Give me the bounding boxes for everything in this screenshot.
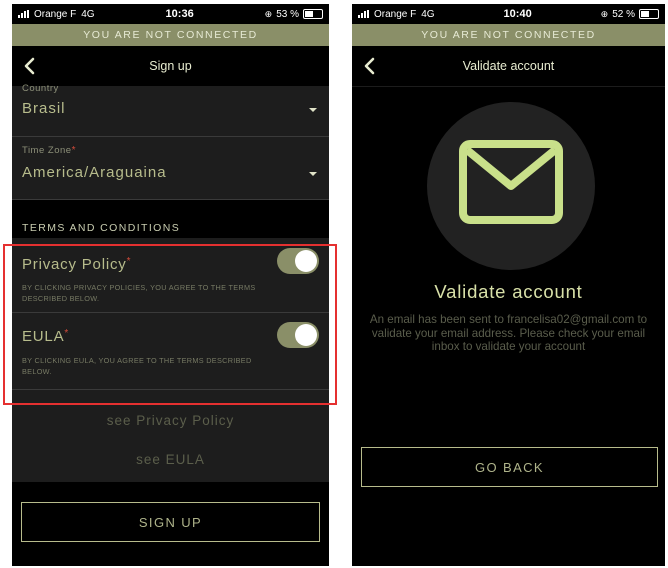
signal-icon xyxy=(358,10,369,18)
see-eula-link[interactable]: see EULA xyxy=(12,452,329,467)
terms-title: TERMS AND CONDITIONS xyxy=(22,222,181,234)
country-select[interactable]: Country Brasil xyxy=(12,83,329,137)
back-button[interactable] xyxy=(18,54,40,78)
connection-banner: YOU ARE NOT CONNECTED xyxy=(12,24,329,46)
page-title: Validate account xyxy=(462,59,555,73)
carrier-name: Orange F xyxy=(374,8,417,20)
country-label: Country xyxy=(22,83,59,94)
nav-bar: Validate account xyxy=(352,46,665,87)
country-value: Brasil xyxy=(22,100,66,117)
status-time: 10:36 xyxy=(165,8,194,20)
terms-header: TERMS AND CONDITIONS xyxy=(12,200,329,238)
connection-banner: YOU ARE NOT CONNECTED xyxy=(352,24,665,46)
location-icon: ⊕ xyxy=(600,8,609,19)
signal-icon xyxy=(18,10,29,18)
timezone-label: Time Zone xyxy=(22,145,72,156)
back-button[interactable] xyxy=(358,54,380,78)
envelope-icon xyxy=(459,140,563,224)
highlight-box xyxy=(3,244,337,405)
status-time: 10:40 xyxy=(503,8,532,20)
timezone-select[interactable]: Time Zone* America/Araguaina xyxy=(12,137,329,200)
network-type: 4G xyxy=(421,8,435,20)
timezone-value: America/Araguaina xyxy=(22,164,167,181)
battery-percent: 52 % xyxy=(612,8,635,20)
dropdown-arrow-icon xyxy=(309,108,317,112)
sign-up-button[interactable]: SIGN UP xyxy=(21,502,320,542)
go-back-button[interactable]: GO BACK xyxy=(361,447,658,487)
validation-message: An email has been sent to francelisa02@g… xyxy=(369,313,648,354)
battery-fill xyxy=(640,11,650,17)
chevron-left-icon xyxy=(24,57,35,75)
battery-icon xyxy=(302,9,323,19)
network-type: 4G xyxy=(81,8,95,20)
status-bar: Orange F 4G 10:36 ⊕ 53 % xyxy=(12,4,329,24)
status-bar: Orange F 4G 10:40 ⊕ 52 % xyxy=(352,4,665,24)
page-title: Sign up xyxy=(149,59,192,73)
carrier-name: Orange F xyxy=(34,8,77,20)
envelope-icon-circle xyxy=(427,102,595,270)
required-mark: * xyxy=(71,145,76,156)
validate-heading: Validate account xyxy=(434,281,583,302)
see-privacy-policy-link[interactable]: see Privacy Policy xyxy=(12,413,329,428)
dropdown-arrow-icon xyxy=(309,172,317,176)
location-icon: ⊕ xyxy=(264,8,273,19)
battery-fill xyxy=(304,11,314,17)
validate-account-screen: Orange F 4G 10:40 ⊕ 52 % YOU ARE NOT CON… xyxy=(352,4,665,566)
battery-icon xyxy=(638,9,659,19)
battery-percent: 53 % xyxy=(276,8,299,20)
chevron-left-icon xyxy=(364,57,375,75)
nav-bar: Sign up xyxy=(12,46,329,87)
